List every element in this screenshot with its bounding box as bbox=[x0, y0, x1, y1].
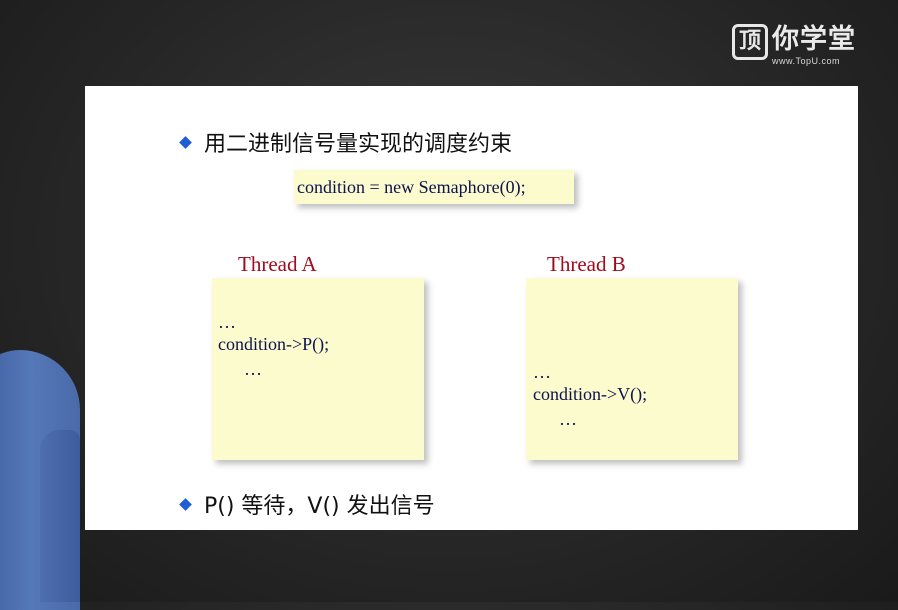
slide: 用二进制信号量实现的调度约束 condition = new Semaphore… bbox=[85, 86, 858, 530]
init-code-box: condition = new Semaphore(0); bbox=[294, 170, 574, 204]
thread-b-box: … condition->V(); … bbox=[526, 278, 738, 460]
topu-logo: 顶 你学堂 www.TopU.com bbox=[732, 22, 862, 70]
presenter-arm bbox=[40, 430, 80, 602]
thread-a-title: Thread A bbox=[238, 252, 317, 276]
thread-b-line-2: condition->V(); bbox=[533, 384, 648, 404]
thread-a-line-2: condition->P(); bbox=[218, 334, 330, 354]
logo-url: www.TopU.com bbox=[772, 56, 841, 66]
bullet-1-text: 用二进制信号量实现的调度约束 bbox=[204, 132, 513, 157]
bullet-1: 用二进制信号量实现的调度约束 bbox=[179, 126, 513, 158]
bullet-2-text: P() 等待，V() 发出信号 bbox=[204, 494, 435, 519]
diamond-bullet-icon bbox=[179, 497, 192, 511]
thread-a-line-1: … bbox=[218, 312, 236, 332]
thread-b-line-3: … bbox=[559, 409, 577, 429]
thread-b-line-1: … bbox=[533, 362, 551, 382]
logo-mark: 顶 bbox=[732, 24, 768, 60]
bullet-2: P() 等待，V() 发出信号 bbox=[179, 488, 435, 520]
init-code: condition = new Semaphore(0); bbox=[297, 177, 526, 197]
diamond-bullet-icon bbox=[179, 135, 192, 149]
logo-brand-text: 你学堂 bbox=[772, 24, 856, 55]
thread-a-line-3: … bbox=[244, 359, 262, 379]
thread-a-box: … condition->P(); … bbox=[212, 278, 424, 460]
thread-b-title: Thread B bbox=[547, 252, 626, 276]
